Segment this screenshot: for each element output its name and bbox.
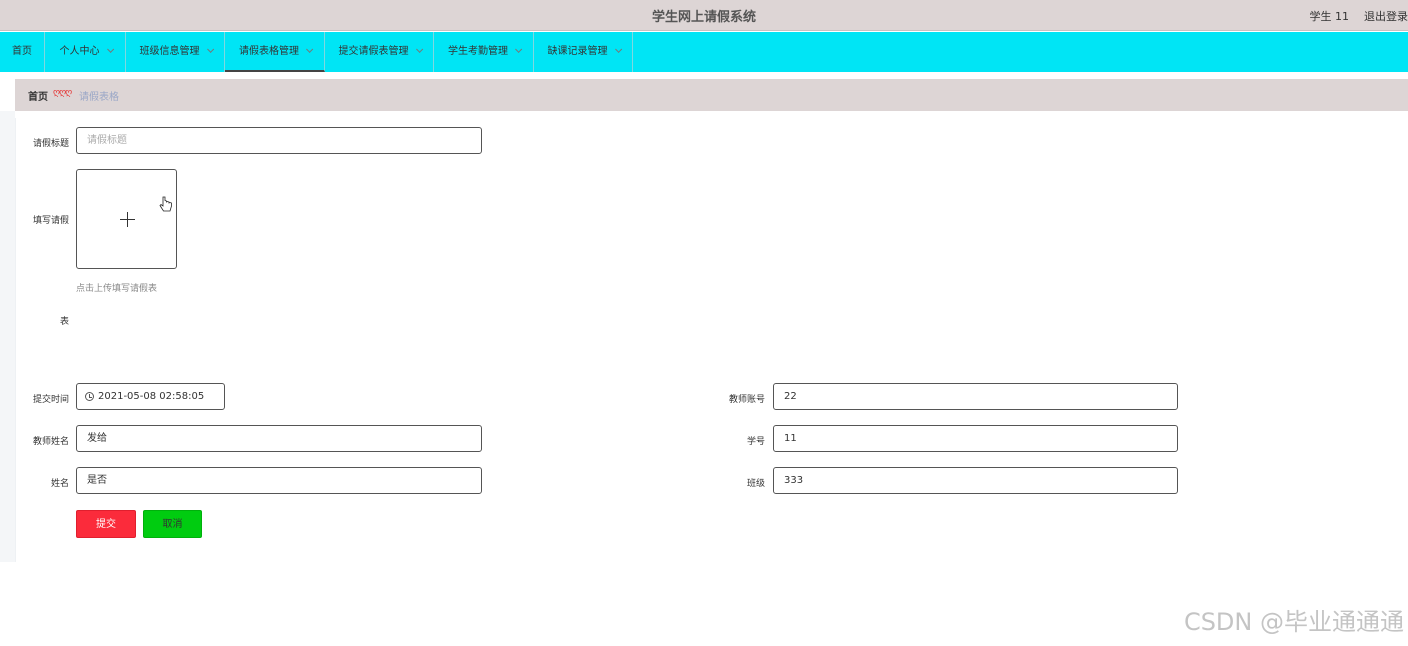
nav-leave-form[interactable]: 请假表格管理 [225,32,325,72]
teacher-account-input[interactable]: 22 [773,383,1178,410]
teacher-account-value: 22 [784,391,797,402]
title-label: 请假标题 [32,139,69,149]
clock-icon [85,392,94,401]
top-bar: 学生网上请假系统 学生 11 退出登录 [0,0,1408,31]
chevron-down-icon [614,45,622,53]
app-title: 学生网上请假系统 [651,10,756,25]
nav-label: 班级信息管理 [139,46,200,57]
class-input[interactable]: 333 [773,467,1178,494]
submit-time-label: 提交时间 [32,395,69,405]
chevron-down-icon [415,45,423,53]
student-no-input[interactable]: 11 [773,425,1178,452]
nav-label: 提交请假表管理 [338,46,409,57]
student-no-label: 学号 [746,437,765,447]
breadcrumb-separator: ღღღ [53,88,72,98]
breadcrumb: 首页 ღღღ 请假表格 [15,79,1408,111]
class-value: 333 [784,475,804,486]
nav-label: 学生考勤管理 [448,46,508,57]
student-no-value: 11 [784,433,797,444]
nav-home[interactable]: 首页 [0,32,45,72]
teacher-name-input[interactable]: 发给 [76,425,482,452]
teacher-name-value: 发给 [87,433,107,444]
chevron-down-icon [106,45,114,53]
name-input[interactable]: 是否 [76,467,482,494]
nav-label: 请假表格管理 [239,46,299,57]
cancel-button[interactable]: 取消 [143,510,202,538]
nav-label: 缺课记录管理 [547,46,608,57]
logout-link[interactable]: 退出登录 [1364,8,1408,24]
nav-class-info[interactable]: 班级信息管理 [126,32,225,72]
submit-time-picker[interactable]: 2021-05-08 02:58:05 [76,383,225,410]
upload-label: 填写请假 [32,216,69,226]
title-placeholder: 请假标题 [87,135,127,146]
submit-button[interactable]: 提交 [76,510,136,538]
upload-hint: 点击上传填写请假表 [76,284,158,294]
name-value: 是否 [87,475,107,486]
nav-label: 个人中心 [59,46,100,57]
watermark: CSDN @毕业通通通 [1183,608,1404,636]
teacher-name-label: 教师姓名 [32,437,69,447]
breadcrumb-home[interactable]: 首页 [28,88,48,103]
form-panel [15,118,1408,562]
hand-cursor-icon [159,196,172,212]
chevron-down-icon [515,45,523,53]
class-label: 班级 [746,479,765,489]
plus-icon-vertical [127,212,128,227]
left-strip [0,111,15,562]
breadcrumb-current: 请假表格 [79,92,119,103]
name-label: 姓名 [50,479,69,489]
upload-box[interactable] [76,169,177,269]
submit-time-value: 2021-05-08 02:58:05 [98,391,205,402]
chevron-down-icon [306,45,314,53]
nav-personal-center[interactable]: 个人中心 [45,32,126,72]
teacher-account-label: 教师账号 [728,395,765,405]
upload-label-continued: 表 [59,317,69,327]
chevron-down-icon [206,45,214,53]
nav-submit-leave[interactable]: 提交请假表管理 [325,32,434,72]
nav-attendance[interactable]: 学生考勤管理 [434,32,534,72]
title-input[interactable]: 请假标题 [76,127,482,154]
current-user: 学生 11 [1309,10,1350,23]
nav-label: 首页 [12,46,32,57]
main-nav: 首页 个人中心 班级信息管理 请假表格管理 提交请假表管理 学生考勤管理 缺课记… [0,32,1408,72]
nav-absence[interactable]: 缺课记录管理 [534,32,633,72]
